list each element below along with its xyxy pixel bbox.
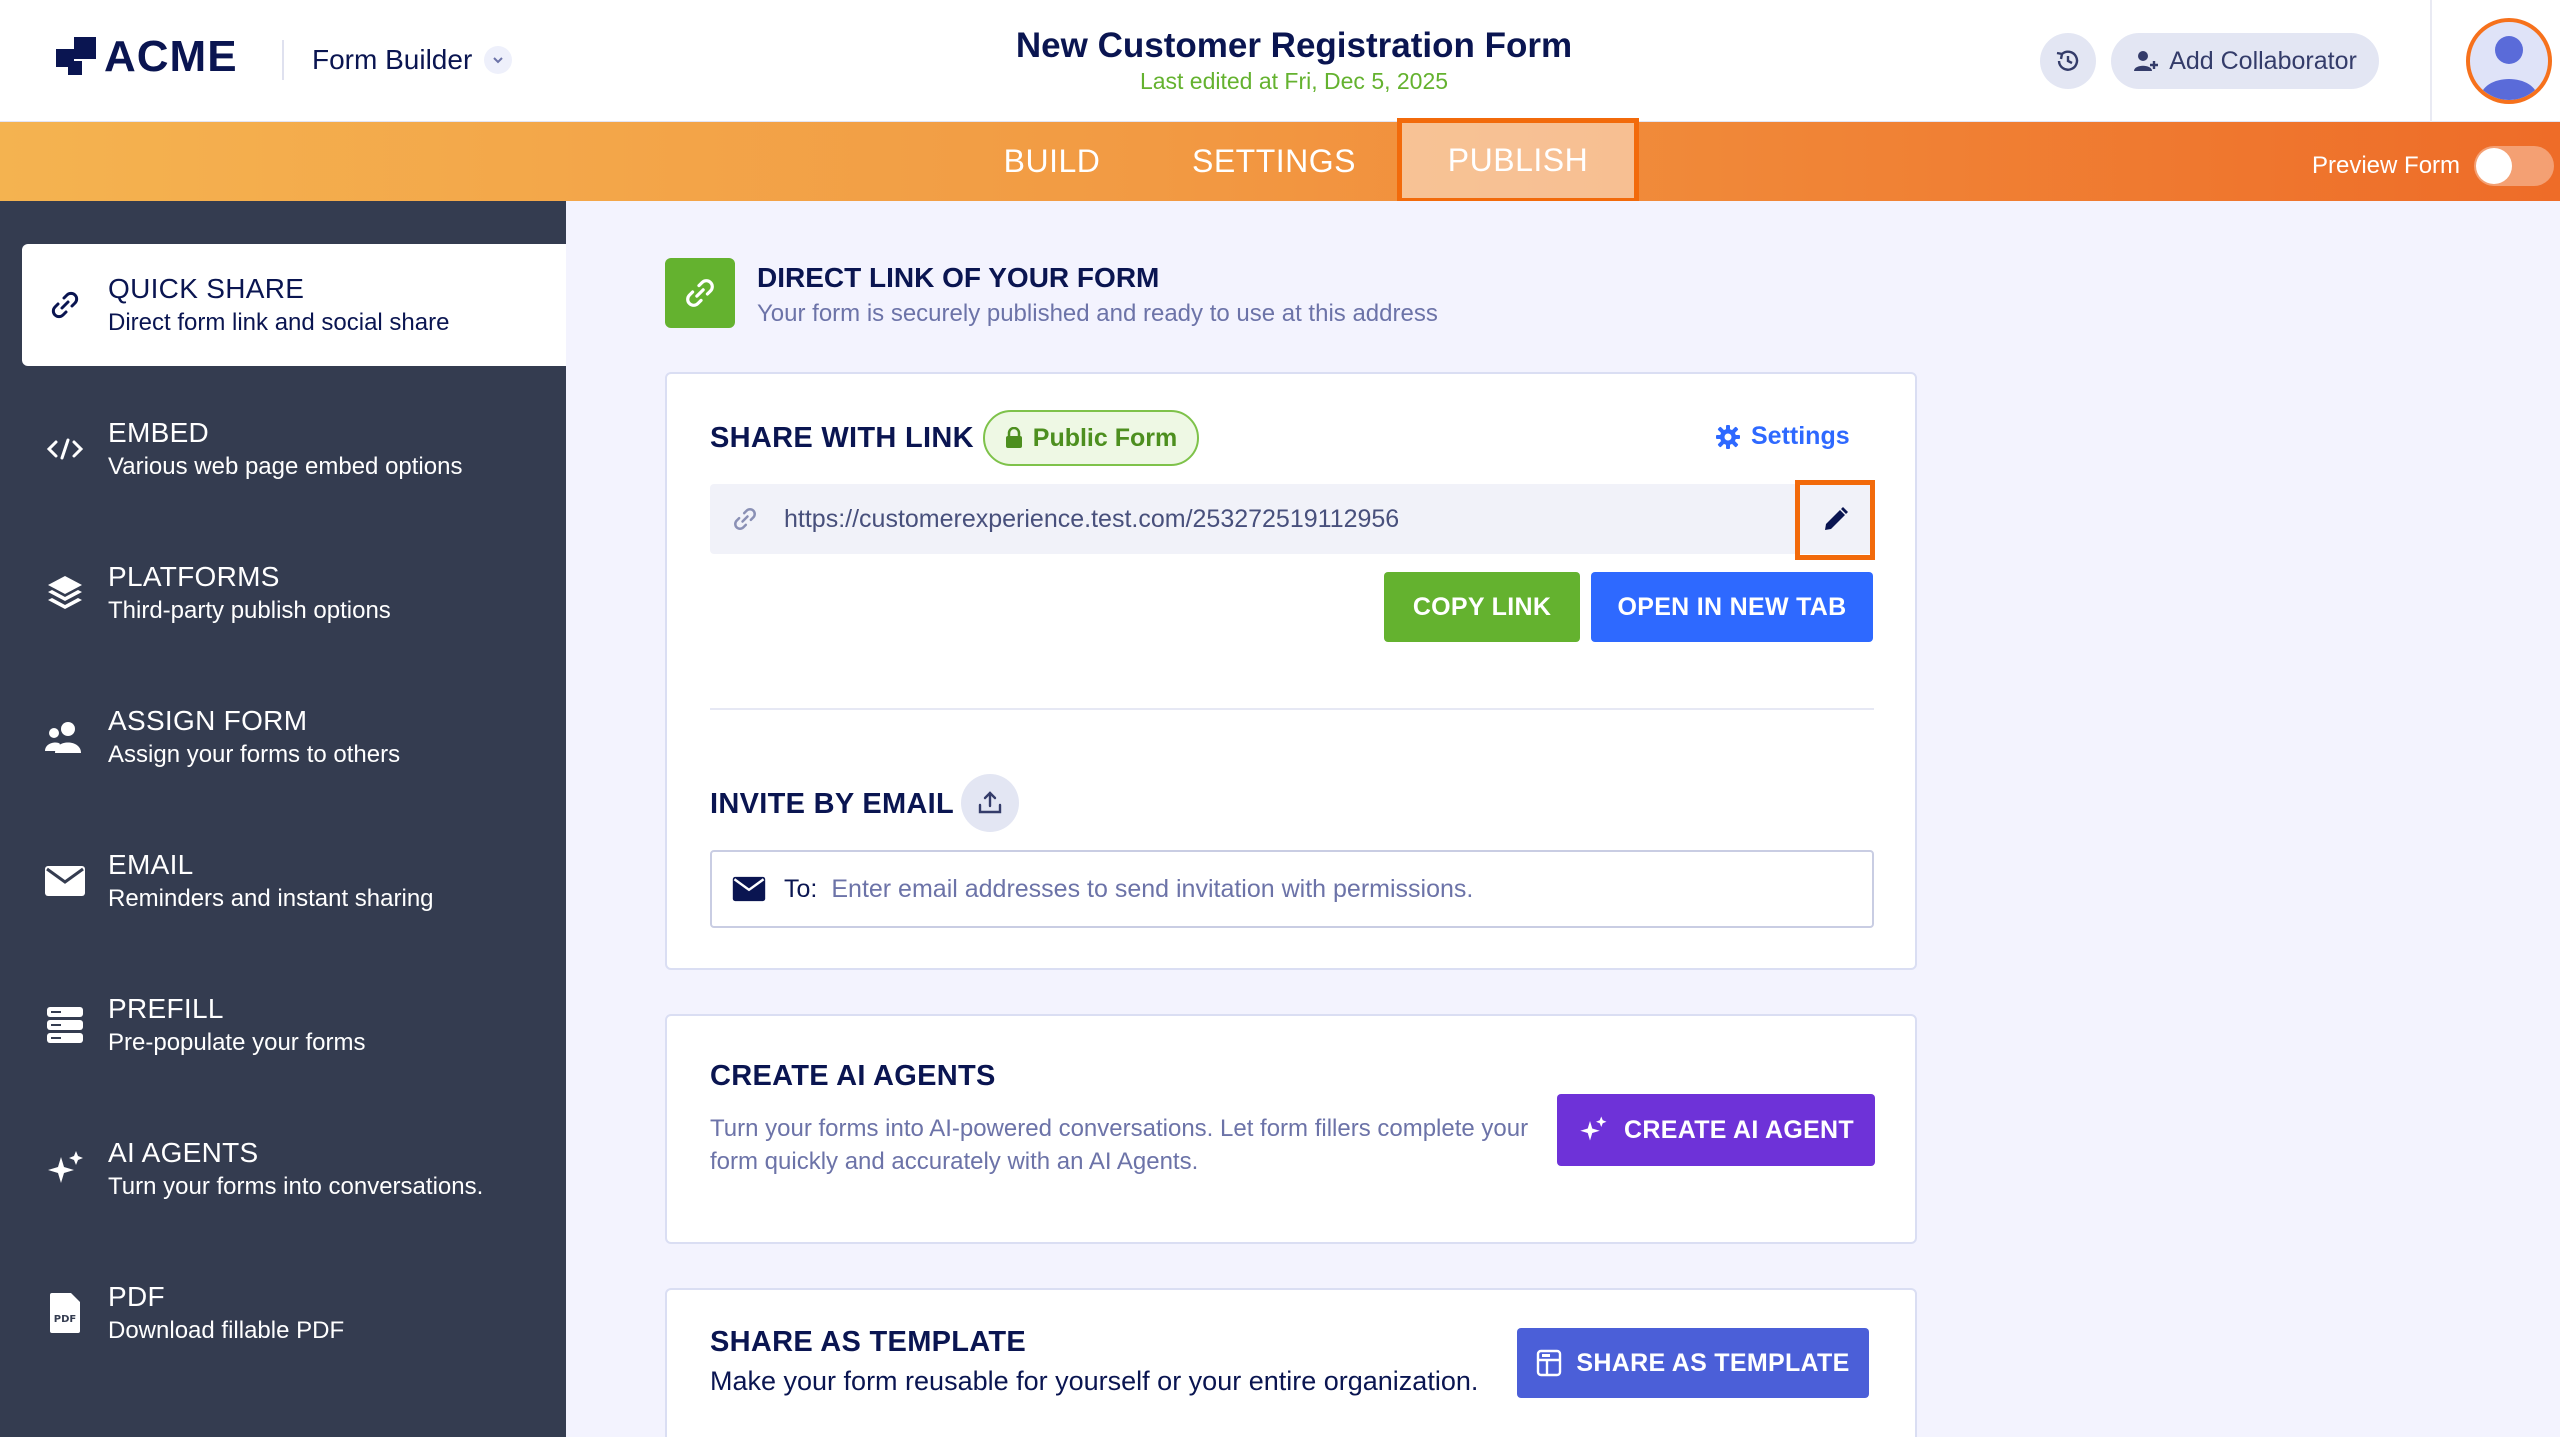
- pdf-icon: PDF: [22, 1292, 108, 1334]
- public-form-label: Public Form: [1032, 423, 1178, 452]
- open-in-new-tab-button[interactable]: OPEN IN NEW TAB: [1591, 572, 1873, 642]
- sidebar-item-desc: Turn your forms into conversations.: [108, 1173, 484, 1200]
- sidebar-item-desc: Various web page embed options: [108, 453, 463, 480]
- app-header: ACME Form Builder New Customer Registrat…: [0, 0, 2560, 122]
- sidebar-item-prefill[interactable]: PREFILL Pre-populate your forms: [22, 964, 566, 1086]
- link-icon: [22, 287, 108, 323]
- sidebar-item-title: PDF: [108, 1281, 165, 1312]
- share-template-description: Make your form reusable for yourself or …: [710, 1366, 1479, 1396]
- sparkles-icon: [1580, 1116, 1607, 1141]
- header-divider-right: [2430, 0, 2432, 122]
- sparkles-icon: [22, 1149, 108, 1189]
- sidebar-item-desc: Reminders and instant sharing: [108, 885, 434, 912]
- tab-build[interactable]: BUILD: [980, 122, 1124, 201]
- direct-link-header: DIRECT LINK OF YOUR FORM Your form is se…: [665, 258, 1438, 328]
- pencil-icon: [1825, 507, 1848, 530]
- upload-icon: [978, 791, 1002, 814]
- sidebar-item-assign-form[interactable]: ASSIGN FORM Assign your forms to others: [22, 676, 566, 798]
- publish-sidebar: QUICK SHARE Direct form link and social …: [0, 201, 566, 1437]
- direct-link-subtitle: Your form is securely published and read…: [757, 300, 1438, 327]
- sidebar-item-title: AI AGENTS: [108, 1137, 259, 1168]
- users-icon: [22, 719, 108, 755]
- sidebar-item-title: ASSIGN FORM: [108, 705, 308, 736]
- card-divider: [710, 708, 1874, 710]
- sidebar-item-quick-share[interactable]: QUICK SHARE Direct form link and social …: [22, 244, 566, 366]
- share-link-card: SHARE WITH LINK Public Form Settings htt…: [665, 372, 1917, 970]
- direct-link-title: DIRECT LINK OF YOUR FORM: [757, 262, 1160, 293]
- add-collaborator-label: Add Collaborator: [2169, 46, 2357, 75]
- envelope-icon: [22, 865, 108, 897]
- user-avatar[interactable]: [2466, 18, 2552, 104]
- link-icon: [665, 258, 735, 328]
- edit-url-button[interactable]: [1795, 480, 1875, 560]
- sidebar-item-pdf[interactable]: PDF PDF Download fillable PDF: [22, 1252, 566, 1374]
- share-as-template-label: SHARE AS TEMPLATE: [1576, 1348, 1850, 1377]
- sidebar-item-title: PLATFORMS: [108, 561, 280, 592]
- share-as-template-button[interactable]: SHARE AS TEMPLATE: [1517, 1328, 1869, 1398]
- tab-publish[interactable]: PUBLISH: [1397, 118, 1639, 203]
- sidebar-item-desc: Third-party publish options: [108, 597, 391, 624]
- create-ai-agents-title: CREATE AI AGENTS: [710, 1060, 996, 1092]
- publish-tab-bar: BUILD SETTINGS PUBLISH Preview Form: [0, 118, 2560, 203]
- sidebar-item-title: PREFILL: [108, 993, 224, 1024]
- prefill-icon: [22, 1005, 108, 1045]
- share-template-card: SHARE AS TEMPLATE Make your form reusabl…: [665, 1288, 1917, 1437]
- avatar-icon: [2480, 36, 2538, 100]
- sidebar-item-title: QUICK SHARE: [108, 273, 305, 304]
- form-url-field[interactable]: https://customerexperience.test.com/2532…: [710, 484, 1874, 554]
- sidebar-item-desc: Direct form link and social share: [108, 309, 450, 336]
- toggle-knob: [2476, 148, 2513, 184]
- add-collaborator-button[interactable]: Add Collaborator: [2111, 33, 2379, 89]
- public-form-badge[interactable]: Public Form: [983, 410, 1199, 466]
- history-button[interactable]: [2040, 33, 2096, 89]
- share-settings-link[interactable]: Settings: [1715, 422, 1850, 451]
- upload-emails-button[interactable]: [961, 774, 1019, 832]
- sidebar-item-title: EMBED: [108, 417, 210, 448]
- invite-email-input[interactable]: To: Enter email addresses to send invita…: [710, 850, 1874, 928]
- ai-agents-card: CREATE AI AGENTS Turn your forms into AI…: [665, 1014, 1917, 1244]
- history-icon: [2056, 50, 2079, 71]
- sidebar-item-ai-agents[interactable]: AI AGENTS Turn your forms into conversat…: [22, 1108, 566, 1230]
- email-input-placeholder: Enter email addresses to send invitation…: [831, 874, 1474, 903]
- sidebar-item-desc: Pre-populate your forms: [108, 1029, 366, 1056]
- sidebar-item-desc: Download fillable PDF: [108, 1317, 345, 1344]
- template-icon: [1537, 1349, 1562, 1377]
- lock-icon: [1005, 427, 1022, 448]
- copy-link-button[interactable]: COPY LINK: [1384, 572, 1580, 642]
- svg-text:PDF: PDF: [54, 1314, 76, 1325]
- invite-by-email-label: INVITE BY EMAIL: [710, 788, 955, 820]
- email-to-label: To:: [784, 874, 818, 903]
- link-icon: [734, 508, 756, 530]
- add-user-icon: [2134, 51, 2159, 71]
- sidebar-item-title: EMAIL: [108, 849, 194, 880]
- sidebar-item-embed[interactable]: EMBED Various web page embed options: [22, 388, 566, 510]
- code-icon: [22, 431, 108, 467]
- preview-form-toggle-group: Preview Form: [2312, 146, 2555, 186]
- envelope-icon: [732, 876, 766, 902]
- preview-form-toggle[interactable]: [2474, 146, 2555, 186]
- tab-settings[interactable]: SETTINGS: [1180, 122, 1368, 201]
- gear-icon: [1716, 424, 1740, 449]
- settings-label: Settings: [1751, 422, 1850, 450]
- share-with-link-label: SHARE WITH LINK: [710, 422, 974, 454]
- create-ai-agent-label: CREATE AI AGENT: [1624, 1115, 1854, 1144]
- sidebar-item-email[interactable]: EMAIL Reminders and instant sharing: [22, 820, 566, 942]
- sidebar-item-platforms[interactable]: PLATFORMS Third-party publish options: [22, 532, 566, 654]
- share-as-template-title: SHARE AS TEMPLATE: [710, 1326, 1027, 1358]
- layers-icon: [22, 573, 108, 613]
- preview-form-label: Preview Form: [2312, 152, 2461, 179]
- create-ai-agent-button[interactable]: CREATE AI AGENT: [1557, 1094, 1875, 1166]
- sidebar-item-desc: Assign your forms to others: [108, 741, 401, 768]
- ai-agents-description: Turn your forms into AI-powered conversa…: [710, 1115, 1529, 1175]
- form-url-text: https://customerexperience.test.com/2532…: [784, 504, 1400, 533]
